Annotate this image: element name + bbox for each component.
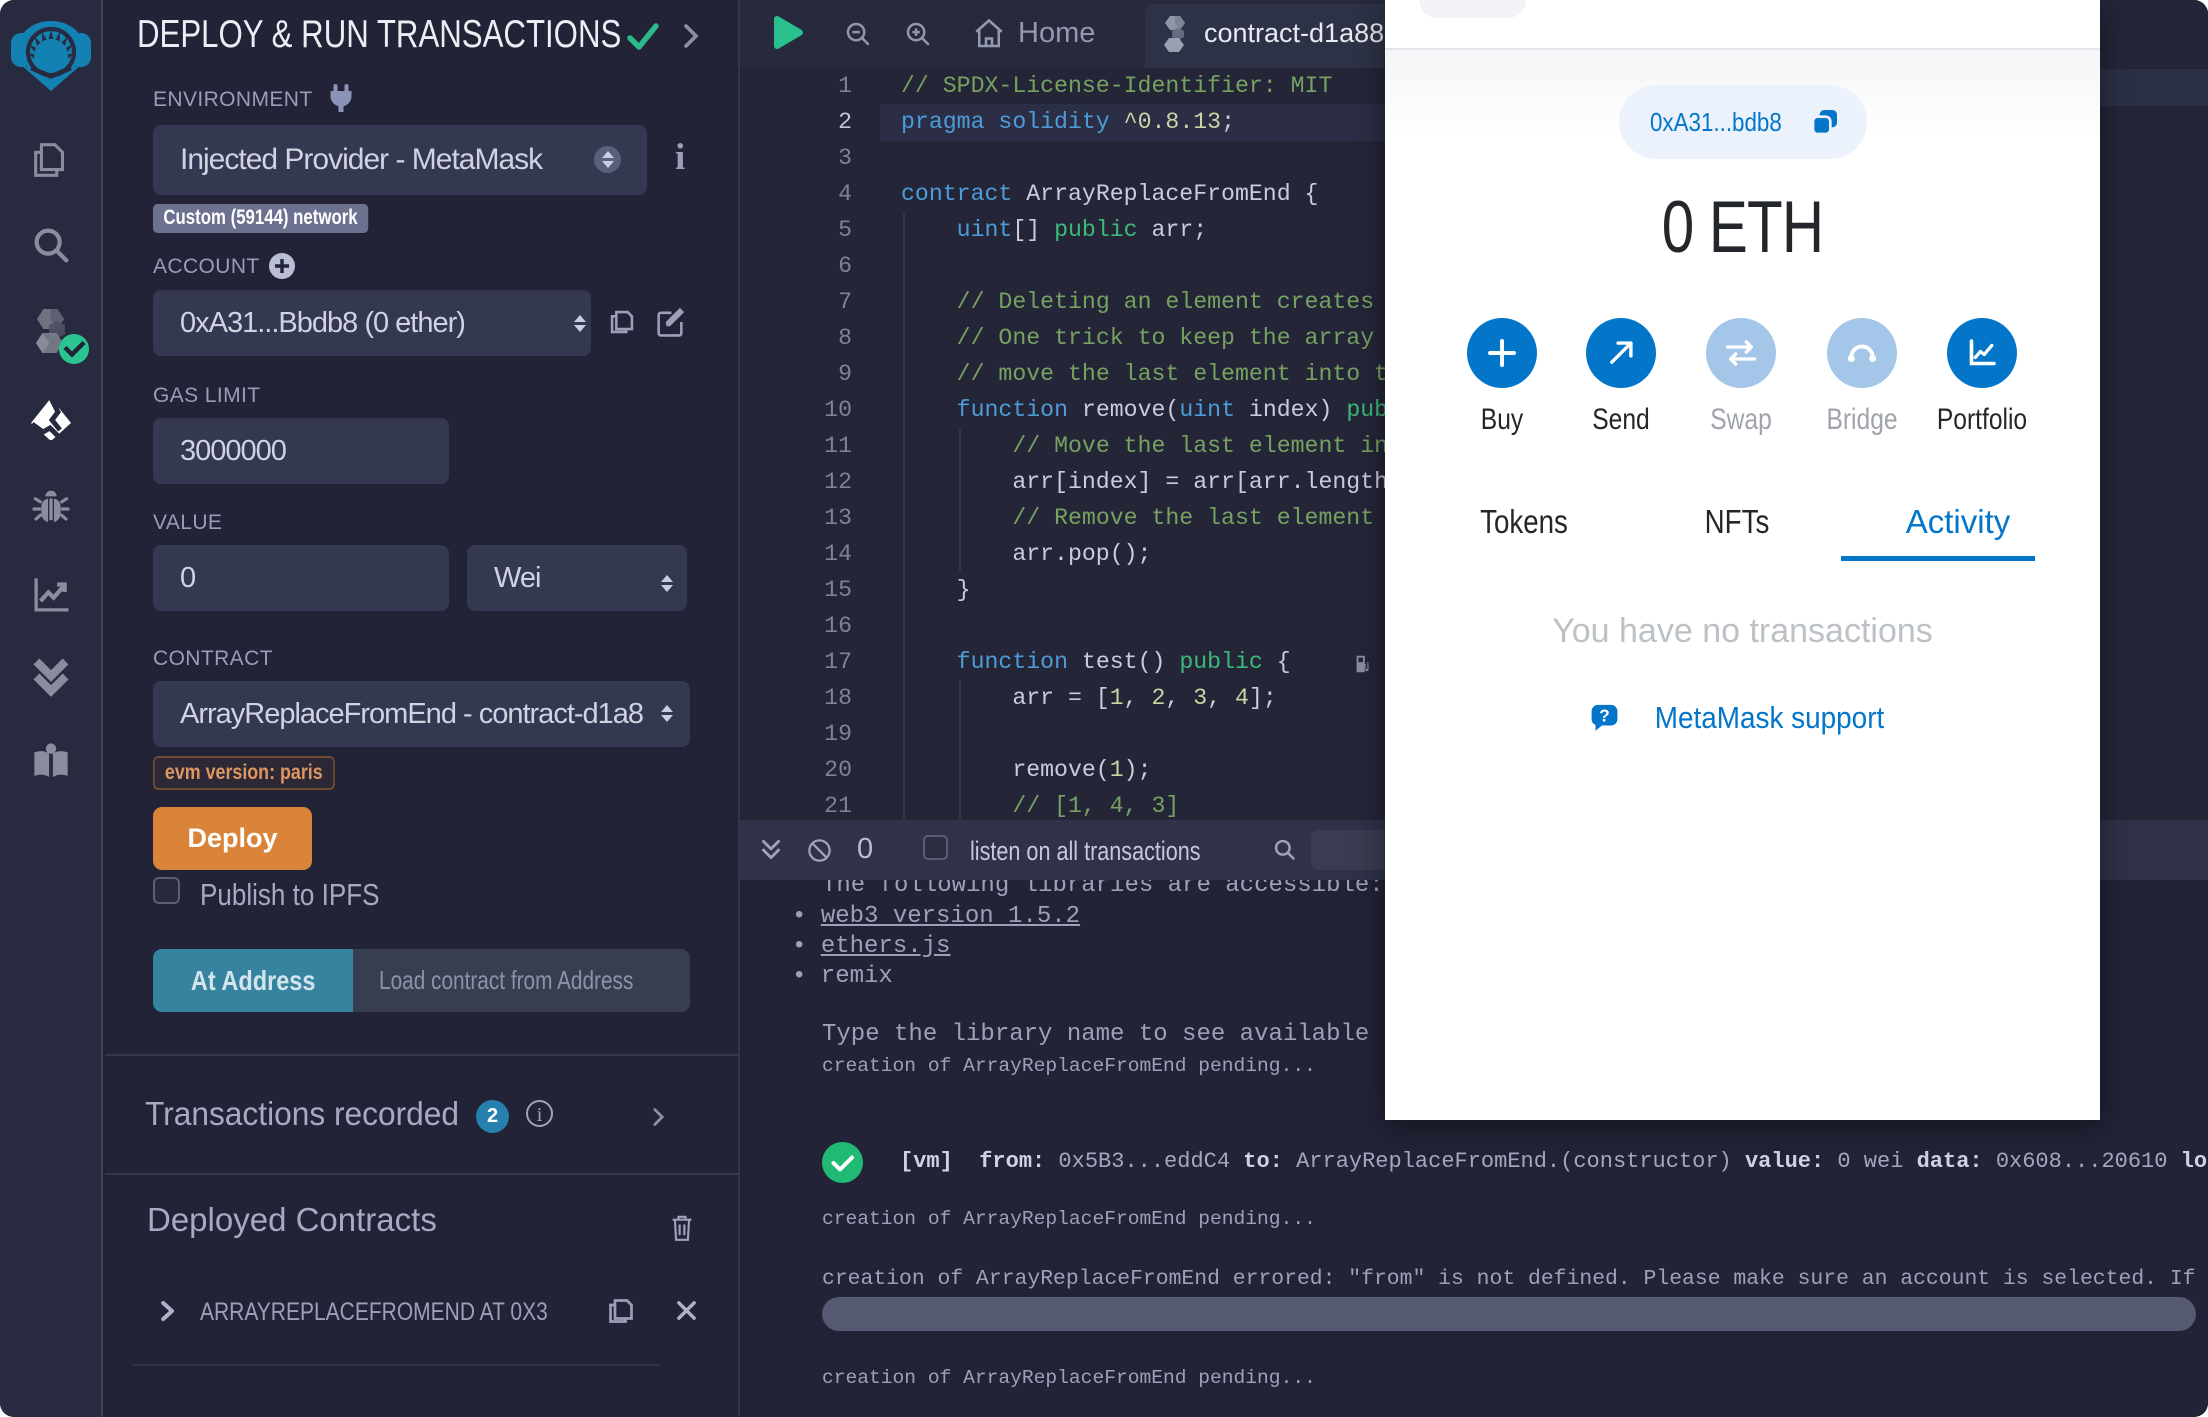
svg-text:?: ? [1599, 706, 1610, 726]
